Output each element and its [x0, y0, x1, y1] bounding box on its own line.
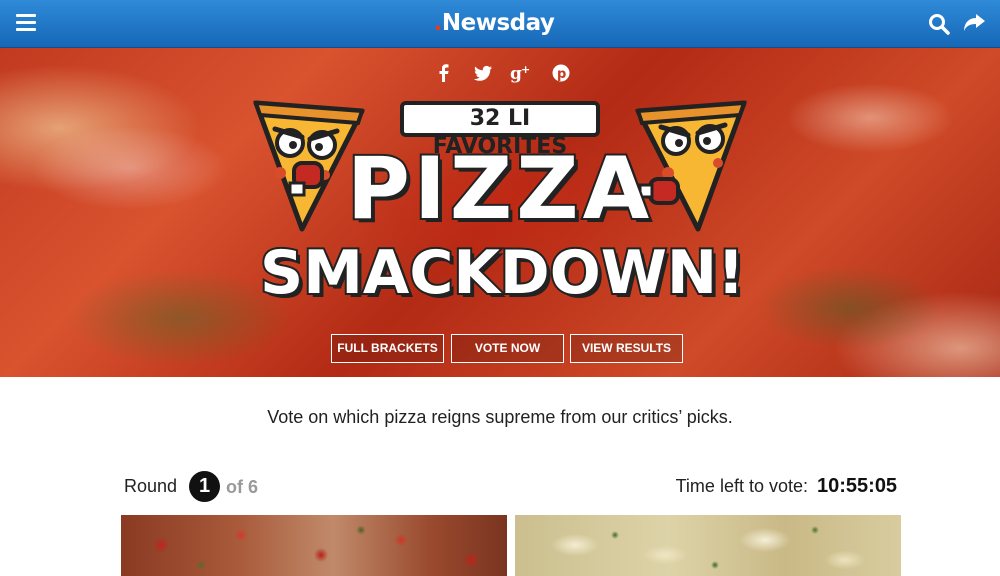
- full-brackets-button[interactable]: FULL BRACKETS: [331, 334, 444, 363]
- round-label: Round: [124, 476, 178, 496]
- share-arrow-icon[interactable]: [962, 12, 986, 34]
- round-total: of 6: [226, 477, 259, 497]
- facebook-icon[interactable]: [434, 62, 454, 84]
- pizza-smackdown-title-art: 32 LI FAVORITES PIZZA SMACKDOWN!: [253, 93, 747, 323]
- hero-subtitle: 32 LI FAVORITES: [400, 101, 600, 159]
- timer-label: Time left to vote:: [675, 476, 808, 496]
- svg-text:+: +: [521, 63, 530, 76]
- vote-now-button[interactable]: VOTE NOW: [451, 334, 564, 363]
- logo-text: Newsday: [441, 10, 555, 36]
- matchup-pizza-photo-left[interactable]: [121, 515, 507, 576]
- hamburger-menu-icon[interactable]: [16, 14, 36, 32]
- google-plus-icon[interactable]: g +: [510, 62, 534, 84]
- twitter-icon[interactable]: [473, 62, 493, 84]
- timer-countdown: 10:55:05: [817, 475, 898, 497]
- search-icon[interactable]: [928, 13, 950, 35]
- matchup-pizza-photo-right[interactable]: [515, 515, 901, 576]
- hero-title-pizza: PIZZA: [345, 137, 654, 241]
- top-navigation-bar: .Newsday: [0, 0, 1000, 48]
- svg-text:p: p: [557, 67, 566, 82]
- pinterest-icon[interactable]: p: [551, 62, 571, 84]
- round-number-badge: 1: [189, 471, 220, 502]
- hero-banner: g + p 32 LI FAVORITES PIZZA SMACKDOWN! F…: [0, 48, 1000, 377]
- intro-tagline: Vote on which pizza reigns supreme from …: [267, 407, 733, 427]
- hero-title-smackdown: SMACKDOWN!: [258, 236, 746, 310]
- newsday-logo[interactable]: .Newsday: [419, 9, 569, 37]
- view-results-button[interactable]: VIEW RESULTS: [570, 334, 683, 363]
- logo-dot: .: [433, 10, 443, 36]
